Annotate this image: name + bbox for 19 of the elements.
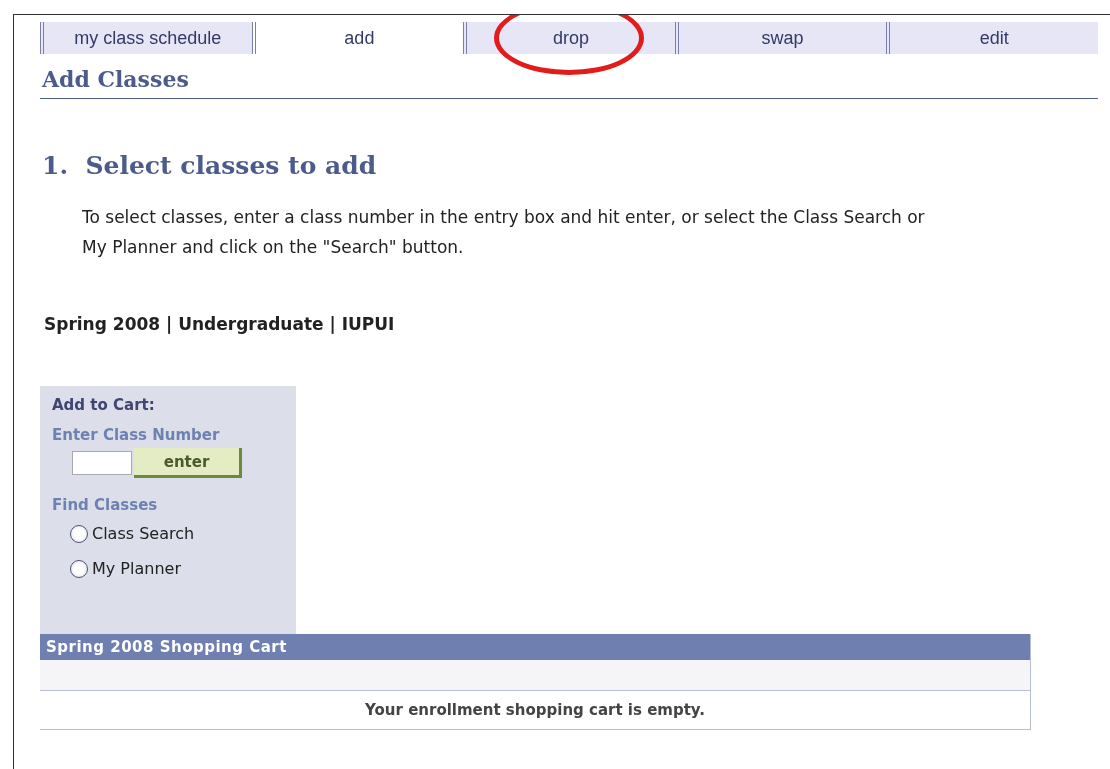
tab[interactable]: my class schedule [40,22,252,54]
field-label: Enter Class Number [52,426,221,444]
enter-button[interactable]: enter [134,448,242,478]
radio-option[interactable]: My Planner [70,559,284,578]
section-label: Find Classes [52,496,159,514]
tab[interactable]: drop [463,22,675,54]
step-heading: 1. Select classes to add [42,151,378,180]
class-number-field[interactable] [72,451,132,475]
instructions-text: To select classes, enter a class number in the entry box and hit enter, or select the Class Search or My Planner and click on the "Search" button. [82,206,926,259]
cart-header: Spring 2008 Shopping Cart [40,634,1030,660]
term-label: Spring 2008 | Undergraduate | IUPUI [44,314,396,334]
radio-option[interactable]: Class Search [70,524,284,543]
page-title: Add Classes [40,54,1098,99]
radio-button[interactable] [70,524,88,543]
panel-title: Add to Cart: [52,396,156,414]
tab[interactable]: swap [674,22,887,54]
tab[interactable]: edit [886,22,1098,54]
radio-button[interactable] [70,559,88,578]
empty-cart-message: Your enrollment shopping cart is empty. [364,700,706,721]
